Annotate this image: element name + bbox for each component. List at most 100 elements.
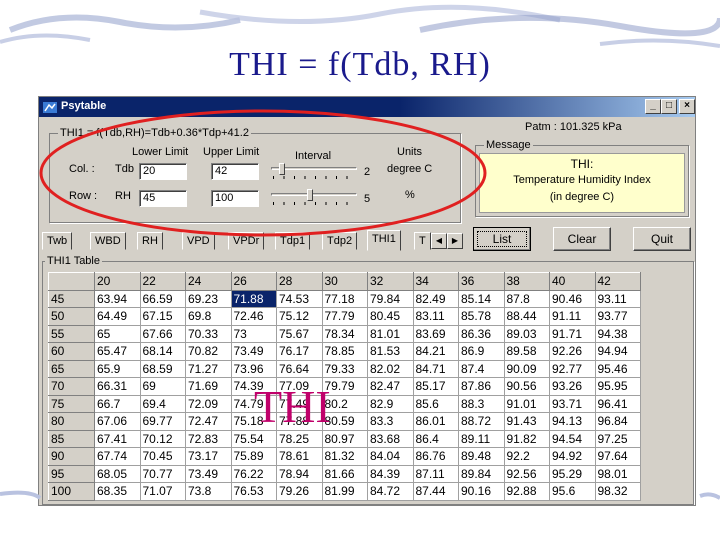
table-cell[interactable]: 69.77 — [139, 412, 186, 431]
table-cell[interactable]: 69 — [139, 377, 186, 396]
table-cell[interactable]: 89.48 — [458, 447, 505, 466]
table-cell[interactable]: 68.05 — [94, 464, 141, 483]
table-cell[interactable]: 78.94 — [276, 464, 323, 483]
table-cell[interactable]: 92.77 — [549, 359, 596, 378]
table-cell[interactable]: 70.33 — [185, 324, 232, 343]
table-cell[interactable]: 76.17 — [276, 342, 323, 361]
table-cell[interactable]: 97.64 — [594, 447, 641, 466]
table-cell[interactable]: 78.34 — [321, 324, 368, 343]
table-row[interactable]: 70 66.31 69 71.69 74.39 77.09 79.79 82.47 85.17 8… — [48, 377, 641, 396]
table-cell[interactable]: 70.45 — [139, 447, 186, 466]
table-cell[interactable]: 72.83 — [185, 429, 232, 448]
table-cell[interactable]: 81.32 — [321, 447, 368, 466]
table-cell[interactable]: 76.64 — [276, 359, 323, 378]
column-header[interactable]: 28 — [276, 272, 323, 291]
table-row[interactable]: 85 67.41 70.12 72.83 75.54 78.25 80.97 83.68 86.… — [48, 429, 641, 448]
column-header[interactable]: 38 — [503, 272, 550, 291]
table-cell[interactable]: 65.47 — [94, 342, 141, 361]
table-cell[interactable]: 91.82 — [503, 429, 550, 448]
table-cell[interactable]: 72.09 — [185, 394, 232, 413]
table-cell[interactable]: 64.49 — [94, 307, 141, 326]
table-cell[interactable]: 94.54 — [549, 429, 596, 448]
column-header[interactable]: 22 — [139, 272, 186, 291]
table-cell[interactable]: 70.82 — [185, 342, 232, 361]
table-cell[interactable]: 73.49 — [230, 342, 277, 361]
table-cell[interactable]: 86.01 — [412, 412, 459, 431]
row-header[interactable]: 55 — [48, 324, 95, 343]
table-cell[interactable]: 82.47 — [367, 377, 414, 396]
column-header[interactable]: 20 — [94, 272, 141, 291]
row-header[interactable]: 50 — [48, 307, 95, 326]
table-cell[interactable]: 84.04 — [367, 447, 414, 466]
table-cell[interactable]: 89.84 — [458, 464, 505, 483]
table-cell[interactable]: 90.09 — [503, 359, 550, 378]
table-cell[interactable]: 91.11 — [549, 307, 596, 326]
table-cell[interactable]: 86.76 — [412, 447, 459, 466]
table-cell[interactable]: 88.3 — [458, 394, 505, 413]
table-cell[interactable]: 93.71 — [549, 394, 596, 413]
table-cell[interactable]: 65 — [94, 324, 141, 343]
thi-table[interactable]: 20 22 24 26 28 30 32 34 36 38 40 42 45 63.94 66.59 69.2… — [48, 272, 641, 501]
table-cell[interactable]: 94.13 — [549, 412, 596, 431]
table-cell[interactable]: 73 — [230, 324, 277, 343]
table-cell[interactable]: 96.41 — [594, 394, 641, 413]
table-cell[interactable]: 91.43 — [503, 412, 550, 431]
table-cell[interactable]: 87.8 — [503, 289, 550, 308]
table-cell[interactable]: 73.96 — [230, 359, 277, 378]
table-cell[interactable]: 67.66 — [139, 324, 186, 343]
table-cell[interactable]: 75.89 — [230, 447, 277, 466]
table-cell[interactable]: 86.36 — [458, 324, 505, 343]
table-cell[interactable]: 77.79 — [321, 307, 368, 326]
table-cell[interactable]: 78.85 — [321, 342, 368, 361]
close-button[interactable]: × — [679, 99, 695, 114]
column-header[interactable]: 26 — [230, 272, 277, 291]
table-row[interactable]: 50 64.49 67.15 69.8 72.46 75.12 77.79 80.45 83.1… — [48, 307, 641, 326]
table-cell[interactable]: 69.23 — [185, 289, 232, 308]
table-cell[interactable]: 81.66 — [321, 464, 368, 483]
column-header[interactable]: 42 — [594, 272, 641, 291]
table-cell[interactable]: 88.72 — [458, 412, 505, 431]
table-cell[interactable]: 63.94 — [94, 289, 141, 308]
table-cell[interactable]: 65.9 — [94, 359, 141, 378]
table-cell[interactable]: 84.71 — [412, 359, 459, 378]
table-row[interactable]: 90 67.74 70.45 73.17 75.89 78.61 81.32 84.04 86.… — [48, 447, 641, 466]
table-cell[interactable]: 67.15 — [139, 307, 186, 326]
table-cell[interactable]: 88.44 — [503, 307, 550, 326]
table-cell[interactable]: 81.01 — [367, 324, 414, 343]
table-cell[interactable]: 98.01 — [594, 464, 641, 483]
table-cell[interactable]: 90.46 — [549, 289, 596, 308]
table-cell[interactable]: 86.9 — [458, 342, 505, 361]
table-cell[interactable]: 69.8 — [185, 307, 232, 326]
table-cell[interactable]: 82.49 — [412, 289, 459, 308]
column-header[interactable]: 32 — [367, 272, 414, 291]
table-cell[interactable]: 94.38 — [594, 324, 641, 343]
table-cell[interactable]: 84.39 — [367, 464, 414, 483]
table-cell[interactable]: 89.11 — [458, 429, 505, 448]
table-cell[interactable]: 92.56 — [503, 464, 550, 483]
clear-button[interactable]: Clear — [553, 227, 611, 251]
table-cell[interactable]: 91.71 — [549, 324, 596, 343]
table-cell[interactable]: 69.4 — [139, 394, 186, 413]
table-cell[interactable]: 79.33 — [321, 359, 368, 378]
table-cell[interactable]: 68.14 — [139, 342, 186, 361]
table-cell[interactable]: 83.68 — [367, 429, 414, 448]
table-row[interactable]: 75 66.7 69.4 72.09 74.79 77.49 80.2 82.9 85.6 88.… — [48, 394, 641, 413]
column-header[interactable]: 36 — [458, 272, 505, 291]
table-cell[interactable]: 78.61 — [276, 447, 323, 466]
table-row[interactable]: 55 65 67.66 70.33 73 75.67 78.34 81.01 83.69 86.3… — [48, 324, 641, 343]
table-cell[interactable]: 70.12 — [139, 429, 186, 448]
table-cell[interactable]: 72.47 — [185, 412, 232, 431]
table-cell[interactable]: 92.2 — [503, 447, 550, 466]
table-cell[interactable]: 85.17 — [412, 377, 459, 396]
table-cell[interactable]: 73.49 — [185, 464, 232, 483]
column-header[interactable]: 24 — [185, 272, 232, 291]
quit-button[interactable]: Quit — [633, 227, 691, 251]
table-cell[interactable]: 71.88 — [230, 289, 277, 308]
minimize-button[interactable]: _ — [645, 99, 661, 114]
table-row[interactable]: 95 68.05 70.77 73.49 76.22 78.94 81.66 84.39 87.… — [48, 464, 641, 483]
table-cell[interactable]: 85.78 — [458, 307, 505, 326]
table-cell[interactable]: 70.77 — [139, 464, 186, 483]
table-row[interactable]: 60 65.47 68.14 70.82 73.49 76.17 78.85 81.53 84.… — [48, 342, 641, 361]
table-cell[interactable]: 82.9 — [367, 394, 414, 413]
table-cell[interactable]: 67.74 — [94, 447, 141, 466]
